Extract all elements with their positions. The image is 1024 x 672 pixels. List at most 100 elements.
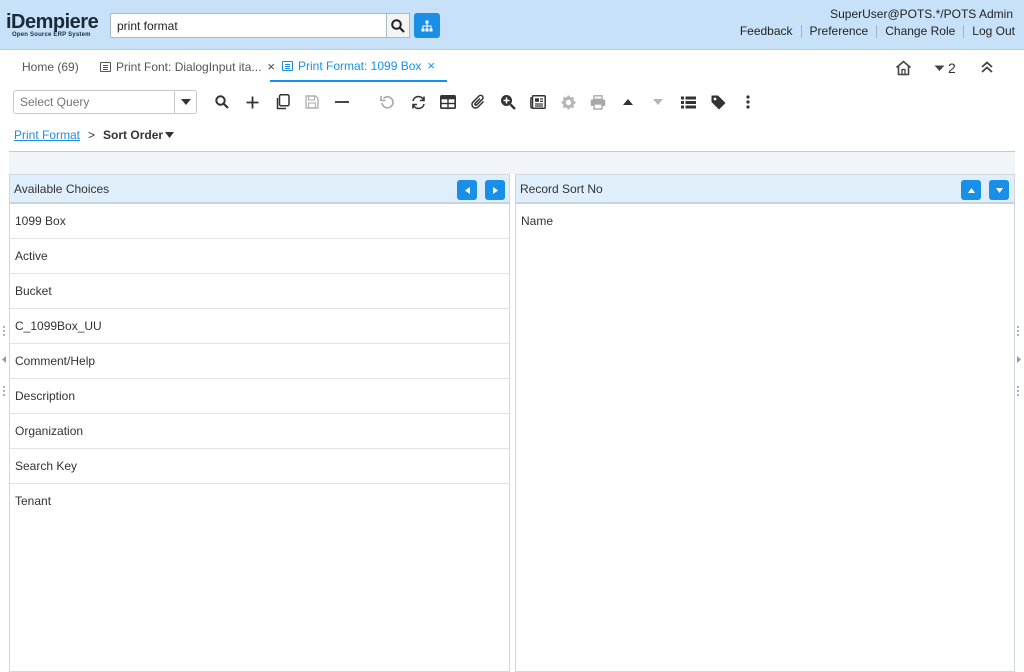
list-item[interactable]: Tenant <box>10 484 509 519</box>
window-list-dropdown[interactable]: 2 <box>934 60 956 76</box>
tab-print-font[interactable]: Print Font: DialogInput ita... × <box>100 51 275 82</box>
preference-link[interactable]: Preference <box>800 25 877 38</box>
caret-down-icon[interactable] <box>165 132 175 138</box>
caret-up-icon <box>967 187 975 193</box>
previous-record-button[interactable] <box>619 93 637 111</box>
panel-header: Available Choices <box>10 175 509 204</box>
home-button[interactable] <box>895 60 912 76</box>
more-options-button[interactable] <box>739 93 757 111</box>
record-sort-panel: Record Sort No Name <box>515 174 1015 672</box>
zoom-in-icon <box>501 95 516 110</box>
app-header: iDempiere Open Source ERP System SuperUs… <box>0 0 1024 50</box>
list-item-label: Bucket <box>15 284 52 298</box>
tab-print-format[interactable]: Print Format: 1099 Box × <box>270 51 447 82</box>
next-record-button[interactable] <box>649 93 667 111</box>
delete-button[interactable] <box>333 93 351 111</box>
minus-icon <box>335 101 349 103</box>
toggle-grid-button[interactable] <box>439 93 457 111</box>
refresh-icon <box>411 95 425 109</box>
global-search-input[interactable] <box>110 13 387 38</box>
move-down-button[interactable] <box>989 180 1009 200</box>
list-item[interactable]: Organization <box>10 414 509 449</box>
plus-icon <box>246 96 258 108</box>
tab-home[interactable]: Home (69) <box>22 51 79 82</box>
search-button[interactable] <box>386 13 410 38</box>
newspaper-icon <box>530 95 546 109</box>
list-item-label: Search Key <box>15 459 78 473</box>
attachment-button[interactable] <box>469 93 487 111</box>
list-item[interactable]: Active <box>10 239 509 274</box>
query-dropdown-button[interactable] <box>174 90 197 114</box>
tab-print-format-label: Print Format: 1099 Box <box>298 58 422 73</box>
new-record-button[interactable] <box>243 93 261 111</box>
caret-right-icon <box>492 186 498 194</box>
report-button[interactable] <box>529 93 547 111</box>
move-up-button[interactable] <box>961 180 981 200</box>
list-item[interactable]: Bucket <box>10 274 509 309</box>
window-icon <box>282 60 293 71</box>
paperclip-icon <box>470 94 484 109</box>
refresh-button[interactable] <box>409 93 427 111</box>
logo-text: iDempiere <box>6 11 99 33</box>
move-right-button[interactable] <box>485 180 505 200</box>
splitter-handle[interactable] <box>1017 386 1021 396</box>
zoom-across-button[interactable] <box>499 93 517 111</box>
caret-left-icon <box>464 186 470 194</box>
splitter-handle[interactable] <box>3 386 7 396</box>
select-query-input[interactable] <box>13 90 175 114</box>
feedback-link[interactable]: Feedback <box>732 25 801 38</box>
list-item-label: Tenant <box>15 494 52 508</box>
splitter-handle[interactable] <box>1017 326 1021 336</box>
list-item[interactable]: Name <box>516 204 1014 239</box>
window-tabbar: Home (69) Print Font: DialogInput ita...… <box>0 51 1024 85</box>
idempiere-logo[interactable]: iDempiere Open Source ERP System <box>6 12 108 40</box>
caret-down-icon <box>653 99 663 105</box>
breadcrumb-parent-link[interactable]: Print Format <box>14 128 80 142</box>
logo-subtitle: Open Source ERP System <box>12 32 91 38</box>
splitter-handle[interactable] <box>3 326 7 336</box>
tab-home-label: Home (69) <box>22 59 79 74</box>
caret-left-icon[interactable] <box>2 356 6 363</box>
panel-title: Record Sort No <box>520 181 603 196</box>
search-icon <box>391 18 405 33</box>
list-icon <box>680 96 696 108</box>
breadcrumb: Print Format > Sort Order <box>14 128 175 142</box>
list-item[interactable]: Comment/Help <box>10 344 509 379</box>
caret-right-icon[interactable] <box>1017 356 1021 363</box>
print-button[interactable] <box>589 93 607 111</box>
save-icon <box>305 95 319 109</box>
menu-tree-button[interactable] <box>414 13 440 38</box>
collapse-header-button[interactable] <box>980 60 994 74</box>
move-left-button[interactable] <box>457 180 477 200</box>
save-button[interactable] <box>303 93 321 111</box>
breadcrumb-separator: > <box>88 128 96 142</box>
kebab-icon <box>746 95 750 109</box>
list-item[interactable]: Description <box>10 379 509 414</box>
header-links: Feedback Preference Change Role Log Out <box>732 25 1015 38</box>
panel-header: Record Sort No <box>516 175 1014 204</box>
caret-up-icon <box>623 99 633 105</box>
quick-form-button[interactable] <box>679 93 697 111</box>
panel-title: Available Choices <box>14 181 110 196</box>
label-button[interactable] <box>709 93 727 111</box>
breadcrumb-current-tab[interactable]: Sort Order <box>103 128 163 142</box>
change-role-link[interactable]: Change Role <box>876 25 963 38</box>
home-icon <box>895 60 912 76</box>
logout-link[interactable]: Log Out <box>963 25 1015 38</box>
list-item-label: C_1099Box_UU <box>15 319 102 333</box>
window-icon <box>100 61 111 72</box>
list-item-label: Description <box>15 389 76 403</box>
process-button[interactable] <box>559 93 577 111</box>
window-toolbar <box>0 86 1024 118</box>
user-role-label[interactable]: SuperUser@POTS.*/POTS Admin <box>830 7 1013 21</box>
close-icon[interactable]: × <box>427 58 435 73</box>
list-item[interactable]: Search Key <box>10 449 509 484</box>
copy-record-button[interactable] <box>273 93 291 111</box>
caret-down-icon <box>995 187 1003 193</box>
undo-button[interactable] <box>378 93 396 111</box>
find-button[interactable] <box>213 93 231 111</box>
list-item-label: 1099 Box <box>15 214 66 228</box>
table-icon <box>440 95 456 109</box>
list-item[interactable]: 1099 Box <box>10 204 509 239</box>
list-item[interactable]: C_1099Box_UU <box>10 309 509 344</box>
